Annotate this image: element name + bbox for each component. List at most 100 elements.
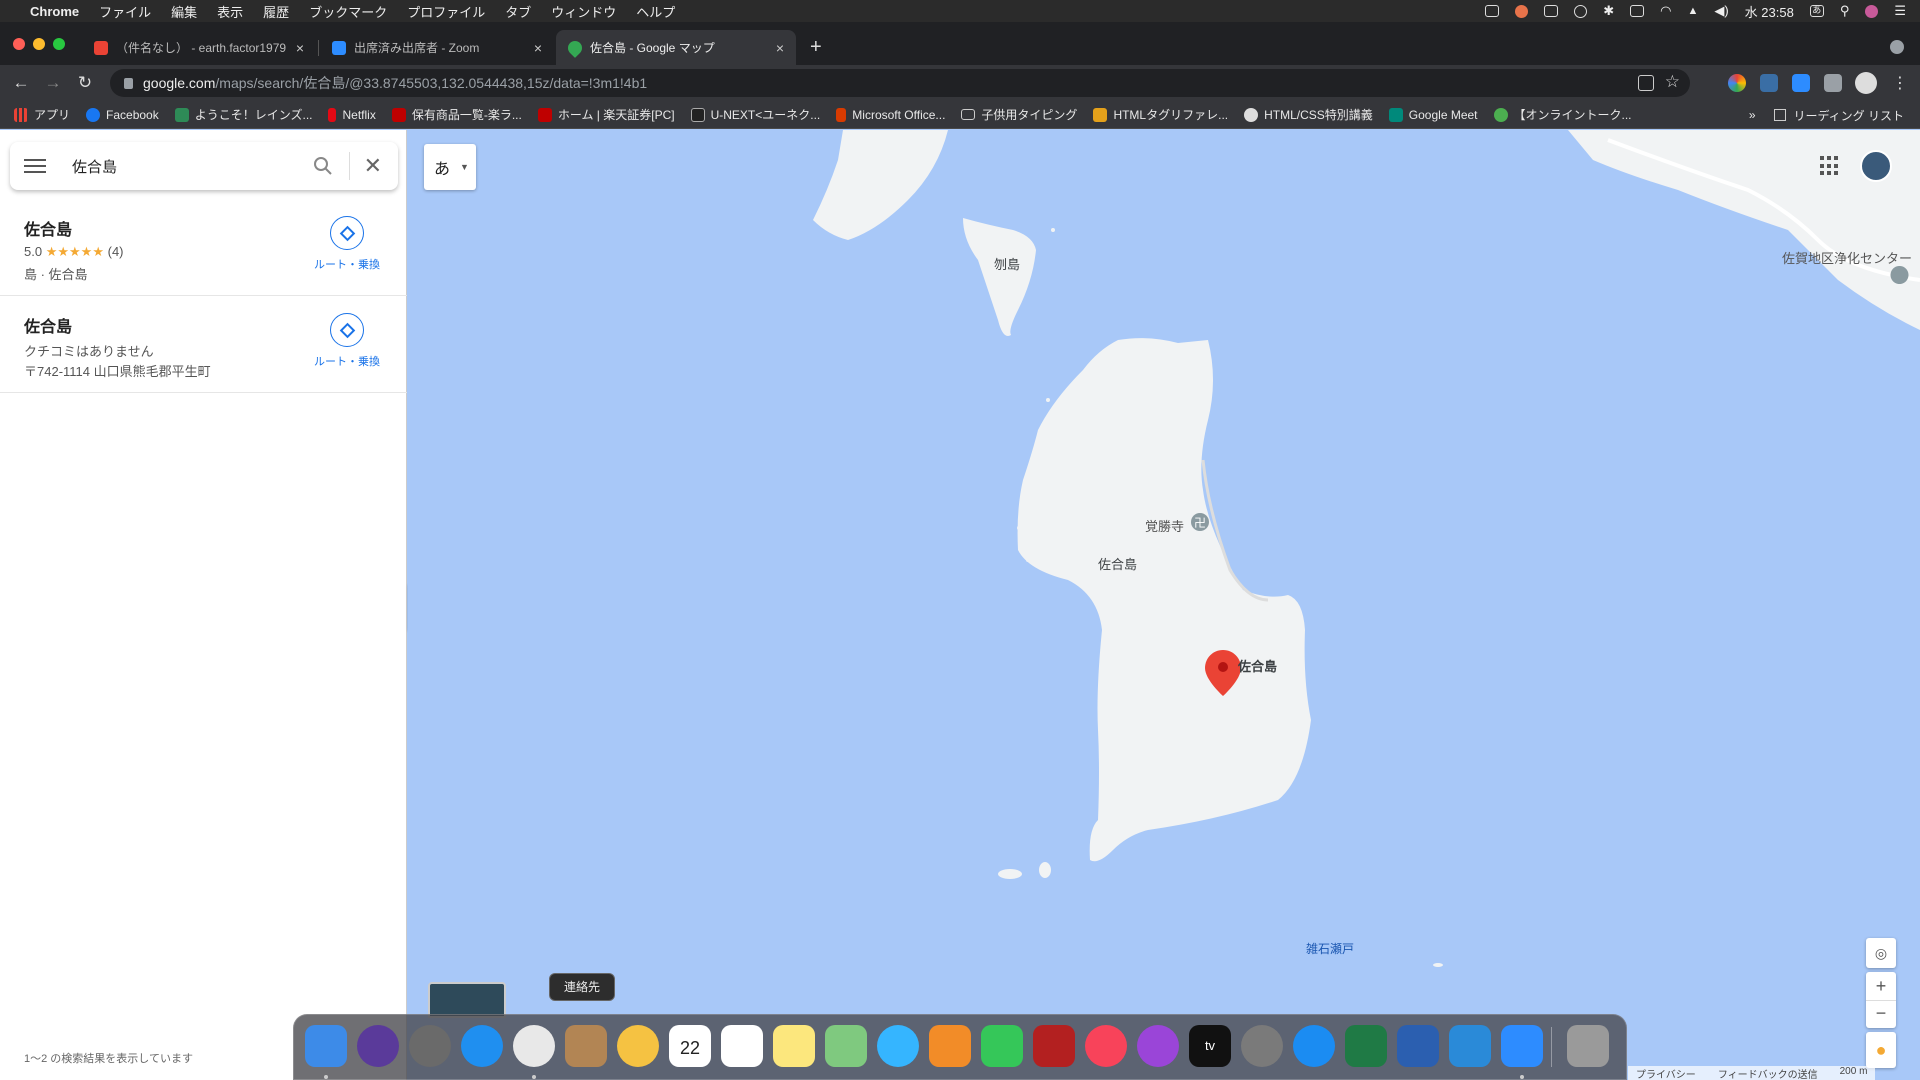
search-box[interactable]: 佐合島 ✕ (10, 142, 398, 190)
battery-extension-icon[interactable] (1544, 5, 1559, 17)
menu-edit[interactable]: 編集 (171, 2, 197, 21)
bookmark-rakuten-holdings[interactable]: 保有商品一覧-楽ラ... (391, 106, 522, 123)
hamburger-menu-icon[interactable] (24, 155, 46, 177)
zoom-status-icon[interactable] (1485, 5, 1500, 17)
extension-zoom-icon[interactable] (1792, 74, 1810, 92)
siri-icon[interactable] (357, 1025, 399, 1067)
tab-search-icon[interactable] (1890, 40, 1904, 54)
control-center-icon[interactable]: ▲ (1687, 5, 1698, 17)
bookmark-facebook[interactable]: Facebook (86, 107, 159, 122)
system-preferences-icon[interactable] (1241, 1025, 1283, 1067)
extension-translate-icon[interactable] (1760, 74, 1778, 92)
tab-zoom[interactable]: 出席済み出席者 - Zoom × (320, 30, 554, 65)
tab-google-maps[interactable]: 佐合島 - Google マップ × (556, 30, 796, 65)
maps-icon[interactable] (825, 1025, 867, 1067)
menu-file[interactable]: ファイル (99, 2, 151, 21)
input-method-icon[interactable]: あ (1809, 5, 1824, 17)
map-label-haneshima[interactable]: 刎島 (994, 254, 1020, 273)
clear-search-icon[interactable]: ✕ (364, 153, 382, 179)
search-input[interactable]: 佐合島 (72, 156, 313, 177)
books-icon[interactable] (929, 1025, 971, 1067)
calendar-icon[interactable]: 22 (669, 1025, 711, 1067)
menu-tab[interactable]: タブ (505, 2, 531, 21)
airplay-icon[interactable] (1630, 5, 1645, 17)
launchpad-icon[interactable] (409, 1025, 451, 1067)
result-item[interactable]: 佐合島 クチコミはありません 〒742-1114 山口県熊毛郡平生町 ルート・乗… (0, 297, 407, 393)
reload-button[interactable]: ↻ (74, 72, 96, 94)
excel-icon[interactable] (1345, 1025, 1387, 1067)
review-count[interactable]: (4) (108, 244, 124, 259)
address-bar[interactable]: google.com/maps/search/佐合島/@33.8745503,1… (110, 69, 1690, 97)
map-label-temple[interactable]: 覚勝寺 (1145, 516, 1184, 535)
forward-button[interactable]: → (42, 72, 64, 94)
search-icon[interactable] (313, 156, 333, 176)
notes-icon[interactable] (773, 1025, 815, 1067)
app-store-icon[interactable] (1293, 1025, 1335, 1067)
map-label-strait[interactable]: 雑石瀬戸 (1306, 940, 1354, 957)
bookmarks-overflow-button[interactable]: » (1749, 108, 1756, 122)
app-status-icon[interactable] (1515, 4, 1529, 18)
install-app-icon[interactable] (1638, 75, 1654, 91)
bookmark-star-icon[interactable]: ☆ (1665, 72, 1680, 92)
podcasts-icon[interactable] (1137, 1025, 1179, 1067)
trash-icon[interactable] (1567, 1025, 1609, 1067)
map-canvas[interactable]: 卍 刎島 覚勝寺 佐合島 佐合島 雑石瀬戸 佐賀地区浄化センター あ ▼ ◎ +… (408, 130, 1920, 1080)
map-label-sagoshima[interactable]: 佐合島 (1098, 554, 1137, 573)
lock-icon[interactable] (124, 77, 133, 89)
menu-profile[interactable]: プロファイル (407, 2, 485, 21)
window-minimize-button[interactable] (33, 38, 45, 50)
pegman-icon[interactable]: ● (1866, 1032, 1896, 1068)
extension-color-icon[interactable] (1728, 74, 1746, 92)
map-label-pin[interactable]: 佐合島 (1238, 656, 1277, 675)
window-zoom-button[interactable] (53, 38, 65, 50)
bluetooth-icon[interactable]: ✱ (1603, 3, 1614, 19)
bookmark-html-css-lecture[interactable]: HTML/CSS特別講義 (1244, 106, 1373, 123)
zoom-in-button[interactable]: + (1866, 972, 1896, 1000)
vs-code-icon[interactable] (1449, 1025, 1491, 1067)
photo-booth-icon[interactable] (1033, 1025, 1075, 1067)
map-label-facility[interactable]: 佐賀地区浄化センター (1782, 248, 1912, 267)
bookmark-html-reference[interactable]: HTMLタグリファレ... (1093, 106, 1228, 123)
word-icon[interactable] (1397, 1025, 1439, 1067)
bookmark-rakuten-home[interactable]: ホーム | 楽天証券[PC] (537, 106, 675, 123)
profile-avatar-icon[interactable] (1855, 72, 1877, 94)
new-tab-button[interactable]: + (810, 36, 822, 59)
menu-bookmarks[interactable]: ブックマーク (309, 2, 387, 21)
reading-list-button[interactable]: リーディング リスト (1773, 107, 1904, 124)
time-machine-icon[interactable] (1574, 4, 1588, 18)
chrome-icon[interactable] (513, 1025, 555, 1067)
facetime-icon[interactable] (981, 1025, 1023, 1067)
layers-thumbnail[interactable] (428, 982, 506, 1018)
privacy-link[interactable]: プライバシー (1636, 1066, 1696, 1080)
volume-icon[interactable]: ◀) (1714, 3, 1728, 19)
menu-window[interactable]: ウィンドウ (551, 2, 616, 21)
app-menu-chrome[interactable]: Chrome (30, 4, 79, 19)
safari-icon[interactable] (461, 1025, 503, 1067)
bookmark-online-talk[interactable]: 【オンライントーク... (1493, 106, 1632, 123)
siri-icon[interactable] (1865, 4, 1879, 18)
finder-icon[interactable] (305, 1025, 347, 1067)
my-location-button[interactable]: ◎ (1866, 938, 1896, 968)
result-name[interactable]: 佐合島 (24, 216, 72, 240)
bookmark-unext[interactable]: U-NEXT<ユーネク... (690, 106, 820, 123)
directions-button[interactable]: ルート・乗換 (307, 313, 387, 369)
bookmark-microsoft-office[interactable]: Microsoft Office... (836, 107, 945, 122)
result-item[interactable]: 佐合島 5.0 ★★★★★ (4) 島 · 佐合島 ルート・乗換 (0, 200, 407, 296)
bookmark-reins[interactable]: ようこそ！レインズ... (174, 106, 312, 123)
bookmark-apps[interactable]: アプリ (14, 106, 70, 123)
google-apps-icon[interactable] (1820, 156, 1840, 176)
menu-history[interactable]: 履歴 (263, 2, 289, 21)
bookmark-netflix[interactable]: Netflix (328, 107, 376, 122)
input-tools-button[interactable]: あ ▼ (424, 144, 476, 190)
bookmark-google-meet[interactable]: Google Meet (1388, 107, 1478, 122)
chrome-menu-icon[interactable]: ⋮ (1892, 73, 1908, 93)
wifi-icon[interactable]: ◠ (1660, 3, 1671, 19)
feedback-link[interactable]: フィードバックの送信 (1718, 1066, 1818, 1080)
menu-view[interactable]: 表示 (217, 2, 243, 21)
reminders-icon[interactable] (721, 1025, 763, 1067)
extensions-puzzle-icon[interactable] (1824, 74, 1842, 92)
tv-icon[interactable]: tv (1189, 1025, 1231, 1067)
directions-button[interactable]: ルート・乗換 (307, 216, 387, 272)
notification-center-icon[interactable]: ☰ (1894, 3, 1906, 19)
tab-gmail[interactable]: （件名なし） - earth.factor1979 × (82, 30, 316, 65)
